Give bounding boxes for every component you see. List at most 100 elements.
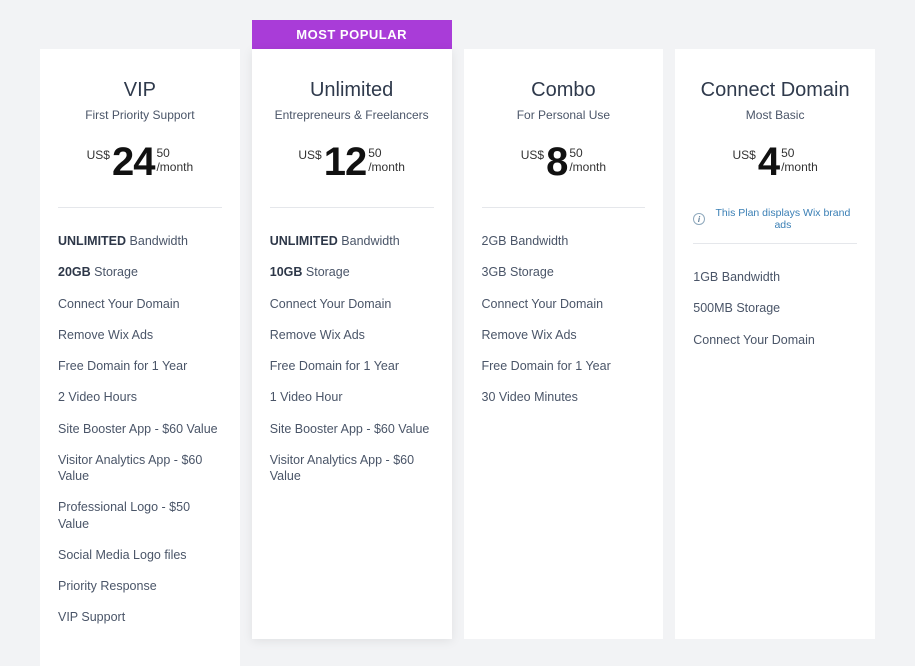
feature-item: Site Booster App - $60 Value: [270, 421, 434, 437]
feature-item: 1 Video Hour: [270, 389, 434, 405]
feature-item: Connect Your Domain: [693, 332, 857, 348]
feature-text: Site Booster App - $60 Value: [270, 422, 430, 436]
plan-title: VIP: [58, 79, 222, 102]
feature-item: UNLIMITED Bandwidth: [270, 233, 434, 249]
feature-text: 30 Video Minutes: [482, 390, 578, 404]
price-row: US$ 12 50 /month: [270, 142, 434, 182]
most-popular-badge: MOST POPULAR: [252, 20, 452, 49]
feature-item: 20GB Storage: [58, 264, 222, 280]
feature-text: Visitor Analytics App - $60 Value: [270, 453, 414, 483]
feature-text: Free Domain for 1 Year: [270, 359, 399, 373]
feature-item: Free Domain for 1 Year: [270, 358, 434, 374]
feature-text: 2 Video Hours: [58, 390, 137, 404]
feature-text: Storage: [302, 265, 349, 279]
feature-item: Connect Your Domain: [482, 296, 646, 312]
plan-subtitle: For Personal Use: [482, 108, 646, 122]
feature-text: VIP Support: [58, 610, 125, 624]
feature-text: 2GB Bandwidth: [482, 234, 569, 248]
price-period: /month: [156, 160, 193, 174]
price-currency: US$: [732, 148, 755, 162]
feature-text: 1GB Bandwidth: [693, 270, 780, 284]
feature-text: Site Booster App - $60 Value: [58, 422, 218, 436]
feature-item: Remove Wix Ads: [58, 327, 222, 343]
price-whole: 4: [758, 142, 779, 182]
plan-subtitle: First Priority Support: [58, 108, 222, 122]
feature-text: Bandwidth: [338, 234, 400, 248]
price-currency: US$: [521, 148, 544, 162]
price-row: US$ 24 50 /month: [58, 142, 222, 182]
feature-bold: 10GB: [270, 265, 303, 279]
plan-note: i This Plan displays Wix brand ads: [693, 207, 857, 231]
pricing-grid: VIP First Priority Support US$ 24 50 /mo…: [40, 20, 875, 666]
feature-item: Remove Wix Ads: [482, 327, 646, 343]
plan-vip: VIP First Priority Support US$ 24 50 /mo…: [40, 20, 240, 666]
feature-item: Connect Your Domain: [58, 296, 222, 312]
feature-item: Remove Wix Ads: [270, 327, 434, 343]
price-period: /month: [781, 160, 818, 174]
feature-text: 1 Video Hour: [270, 390, 343, 404]
feature-text: Remove Wix Ads: [482, 328, 577, 342]
badge-spacer: [675, 20, 875, 49]
price-period: /month: [569, 160, 606, 174]
feature-text: Free Domain for 1 Year: [482, 359, 611, 373]
feature-bold: 20GB: [58, 265, 91, 279]
divider: [693, 243, 857, 244]
plan-card: Connect Domain Most Basic US$ 4 50 /mont…: [675, 49, 875, 639]
feature-text: Professional Logo - $50 Value: [58, 500, 190, 530]
plan-connect-domain: Connect Domain Most Basic US$ 4 50 /mont…: [675, 20, 875, 639]
price-currency: US$: [87, 148, 110, 162]
feature-item: 1GB Bandwidth: [693, 269, 857, 285]
feature-list: 1GB Bandwidth 500MB Storage Connect Your…: [693, 269, 857, 348]
feature-text: Connect Your Domain: [270, 297, 392, 311]
feature-text: Bandwidth: [126, 234, 188, 248]
price-right: 50 /month: [569, 146, 606, 175]
feature-item: 30 Video Minutes: [482, 389, 646, 405]
feature-item: Social Media Logo files: [58, 547, 222, 563]
feature-item: 3GB Storage: [482, 264, 646, 280]
feature-text: 3GB Storage: [482, 265, 554, 279]
price-row: US$ 8 50 /month: [482, 142, 646, 182]
plan-card: VIP First Priority Support US$ 24 50 /mo…: [40, 49, 240, 666]
price-period: /month: [368, 160, 405, 174]
divider: [58, 207, 222, 208]
feature-text: Visitor Analytics App - $60 Value: [58, 453, 202, 483]
feature-bold: UNLIMITED: [270, 234, 338, 248]
feature-text: Connect Your Domain: [693, 333, 815, 347]
price-cents: 50: [368, 146, 405, 160]
feature-text: Connect Your Domain: [482, 297, 604, 311]
price-row: US$ 4 50 /month: [693, 142, 857, 182]
feature-item: VIP Support: [58, 609, 222, 625]
feature-text: Free Domain for 1 Year: [58, 359, 187, 373]
feature-item: 500MB Storage: [693, 300, 857, 316]
feature-text: Priority Response: [58, 579, 157, 593]
feature-item: 2GB Bandwidth: [482, 233, 646, 249]
plan-subtitle: Entrepreneurs & Freelancers: [270, 108, 434, 122]
price-cents: 50: [156, 146, 193, 160]
price-right: 50 /month: [156, 146, 193, 175]
divider: [482, 207, 646, 208]
plan-title: Combo: [482, 79, 646, 102]
plan-note-text: This Plan displays Wix brand ads: [709, 207, 857, 231]
plan-subtitle: Most Basic: [693, 108, 857, 122]
feature-list: UNLIMITED Bandwidth 20GB Storage Connect…: [58, 233, 222, 626]
info-icon: i: [693, 213, 705, 225]
feature-list: 2GB Bandwidth 3GB Storage Connect Your D…: [482, 233, 646, 406]
feature-text: 500MB Storage: [693, 301, 780, 315]
feature-item: Free Domain for 1 Year: [58, 358, 222, 374]
price-whole: 8: [546, 142, 567, 182]
feature-item: Priority Response: [58, 578, 222, 594]
price-right: 50 /month: [368, 146, 405, 175]
feature-text: Connect Your Domain: [58, 297, 180, 311]
feature-text: Remove Wix Ads: [58, 328, 153, 342]
price-whole: 24: [112, 142, 155, 182]
feature-item: Visitor Analytics App - $60 Value: [58, 452, 222, 485]
divider: [270, 207, 434, 208]
price-whole: 12: [324, 142, 367, 182]
plan-title: Connect Domain: [693, 79, 857, 102]
badge-spacer: [464, 20, 664, 49]
feature-item: UNLIMITED Bandwidth: [58, 233, 222, 249]
feature-item: Free Domain for 1 Year: [482, 358, 646, 374]
feature-list: UNLIMITED Bandwidth 10GB Storage Connect…: [270, 233, 434, 484]
feature-text: Remove Wix Ads: [270, 328, 365, 342]
plan-card: Combo For Personal Use US$ 8 50 /month 2…: [464, 49, 664, 639]
